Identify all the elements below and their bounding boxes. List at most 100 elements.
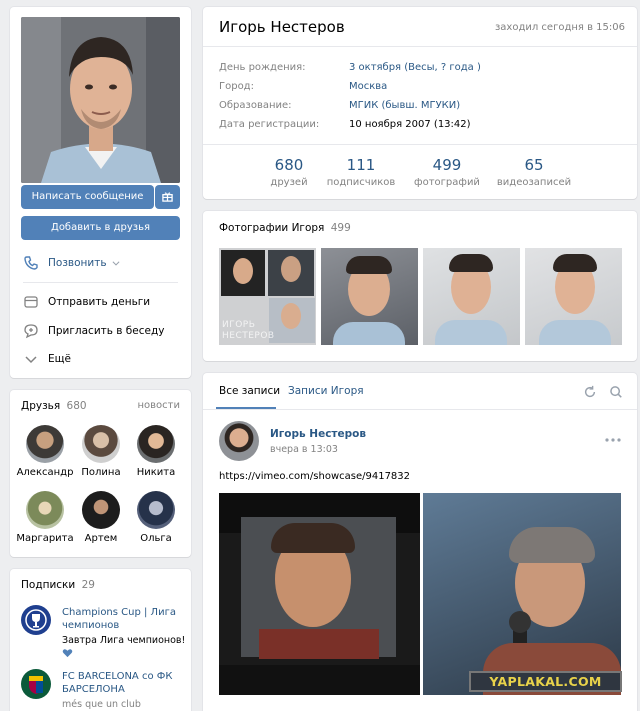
- community-avatar[interactable]: [21, 605, 51, 635]
- send-message-label: Написать сообщение: [31, 191, 144, 202]
- gift-icon: [162, 192, 173, 202]
- refresh-icon[interactable]: [583, 385, 597, 399]
- money-transfer-icon: [24, 296, 38, 308]
- friend-item[interactable]: Полина: [71, 425, 131, 478]
- friend-name: Ольга: [140, 533, 172, 544]
- divider: [23, 282, 178, 283]
- friend-name: Никита: [136, 467, 176, 478]
- profile-name: Игорь Нестеров: [219, 18, 345, 36]
- photo-thumbnail[interactable]: ИГОРЬ НЕСТЕРОВ: [219, 248, 316, 345]
- subscriptions-count: 29: [81, 579, 95, 591]
- counter-label: друзей: [270, 177, 308, 188]
- info-value[interactable]: 3 октября (Весы, ? года ): [349, 62, 481, 73]
- subscriptions-title: Подписки: [21, 579, 76, 591]
- add-friend-label: Добавить в друзья: [51, 222, 150, 233]
- friend-avatar: [82, 491, 120, 529]
- friend-item[interactable]: Артем: [71, 491, 131, 544]
- photos-header[interactable]: Фотографии Игоря 499: [219, 222, 351, 234]
- community-name[interactable]: FC BARCELONA со ФК БАРСЕЛОНА: [62, 670, 182, 696]
- call-label: Позвонить: [48, 257, 107, 269]
- friend-avatar: [26, 425, 64, 463]
- friend-avatar: [137, 425, 175, 463]
- info-label: Город:: [219, 81, 254, 92]
- watermark: YAPLAKAL.COM: [469, 671, 622, 692]
- friends-title: Друзья: [21, 400, 61, 412]
- friend-item[interactable]: Маргарита: [15, 491, 75, 544]
- post-text-link[interactable]: https://vimeo.com/showcase/9417832: [219, 471, 410, 482]
- invite-label: Пригласить в беседу: [48, 325, 165, 337]
- chat-invite-icon: [24, 324, 38, 339]
- community-name[interactable]: Champions Cup | Лига чемпионов: [62, 606, 182, 632]
- divider: [203, 144, 637, 145]
- add-friend-button[interactable]: Добавить в друзья: [21, 216, 180, 240]
- subscriptions-header[interactable]: Подписки 29: [21, 579, 95, 591]
- counter-value: 65: [524, 156, 544, 174]
- tab-owner-posts[interactable]: Записи Игоря: [288, 385, 364, 397]
- counter-label: видеозаписей: [496, 177, 572, 188]
- tab-label: Записи Игоря: [288, 385, 364, 397]
- fc-barcelona-crest-icon: [29, 676, 43, 694]
- counter-value: 111: [346, 156, 376, 174]
- post-author-avatar[interactable]: [219, 421, 259, 461]
- tab-label: Все записи: [219, 385, 281, 397]
- post-author-name[interactable]: Игорь Нестеров: [270, 428, 366, 440]
- counter-followers[interactable]: 111 подписчиков: [323, 156, 399, 188]
- photo-thumbnail[interactable]: [423, 248, 520, 345]
- profile-info-card: Игорь Нестеров заходил сегодня в 15:06 Д…: [203, 7, 637, 199]
- friend-avatar: [137, 491, 175, 529]
- friend-avatar: [26, 491, 64, 529]
- info-label: Образование:: [219, 100, 292, 111]
- counter-photos[interactable]: 499 фотографий: [409, 156, 485, 188]
- counter-label: фотографий: [414, 177, 480, 188]
- tab-all-posts[interactable]: Все записи: [219, 385, 280, 397]
- profile-actions-card: Написать сообщение Добавить в друзья Поз…: [10, 7, 191, 378]
- info-value[interactable]: Москва: [349, 81, 387, 92]
- counter-value: 499: [432, 156, 462, 174]
- friends-news-link[interactable]: новости: [138, 400, 181, 411]
- counter-videos[interactable]: 65 видеозаписей: [493, 156, 575, 188]
- friend-avatar: [82, 425, 120, 463]
- champions-cup-logo-icon: [25, 609, 47, 631]
- heart-icon: [62, 649, 73, 658]
- photo-overlay-text: ИГОРЬ НЕСТЕРОВ: [222, 320, 275, 341]
- phone-icon: [24, 256, 38, 270]
- gift-button[interactable]: [155, 185, 180, 209]
- info-label: Дата регистрации:: [219, 119, 320, 130]
- invite-chat-menu-item[interactable]: Пригласить в беседу: [23, 321, 164, 341]
- more-label: Ещё: [48, 353, 71, 365]
- send-money-menu-item[interactable]: Отправить деньги: [23, 292, 150, 312]
- friends-count: 680: [66, 400, 87, 412]
- photos-count: 499: [330, 222, 351, 234]
- send-message-button[interactable]: Написать сообщение: [21, 185, 154, 209]
- info-label: День рождения:: [219, 62, 306, 73]
- more-options-icon[interactable]: [605, 438, 621, 442]
- friend-item[interactable]: Александр: [15, 425, 75, 478]
- counter-friends[interactable]: 680 друзей: [259, 156, 319, 188]
- counter-value: 680: [274, 156, 304, 174]
- info-value: 10 ноября 2007 (13:42): [349, 119, 471, 130]
- profile-photo[interactable]: [21, 17, 180, 183]
- last-seen-status: заходил сегодня в 15:06: [494, 22, 625, 33]
- friends-header[interactable]: Друзья 680: [21, 400, 87, 412]
- post-video-thumbnail-1[interactable]: [219, 493, 420, 695]
- subscriptions-card: Подписки 29 Champions Cup | Лига чемпион…: [10, 569, 191, 711]
- community-status: més que un club: [62, 699, 141, 710]
- send-money-label: Отправить деньги: [48, 296, 151, 308]
- friend-name: Полина: [81, 467, 121, 478]
- friend-name: Маргарита: [16, 533, 74, 544]
- info-value[interactable]: МГИК (бывш. МГУКИ): [349, 100, 460, 111]
- post-time[interactable]: вчера в 13:03: [270, 444, 338, 455]
- friend-item[interactable]: Никита: [126, 425, 186, 478]
- photo-thumbnail[interactable]: [321, 248, 418, 345]
- post-video-thumbnail-2[interactable]: [423, 493, 621, 695]
- photos-card: Фотографии Игоря 499 ИГОРЬ НЕСТЕРОВ: [203, 211, 637, 361]
- friend-name: Александр: [16, 467, 74, 478]
- call-menu-item[interactable]: Позвонить: [23, 253, 130, 273]
- photo-thumbnail[interactable]: [525, 248, 622, 345]
- community-avatar[interactable]: [21, 669, 51, 699]
- divider: [203, 46, 637, 47]
- friend-item[interactable]: Ольга: [126, 491, 186, 544]
- chevron-down-icon: [25, 356, 37, 364]
- more-menu-item[interactable]: Ещё: [23, 349, 71, 369]
- search-icon[interactable]: [609, 385, 623, 399]
